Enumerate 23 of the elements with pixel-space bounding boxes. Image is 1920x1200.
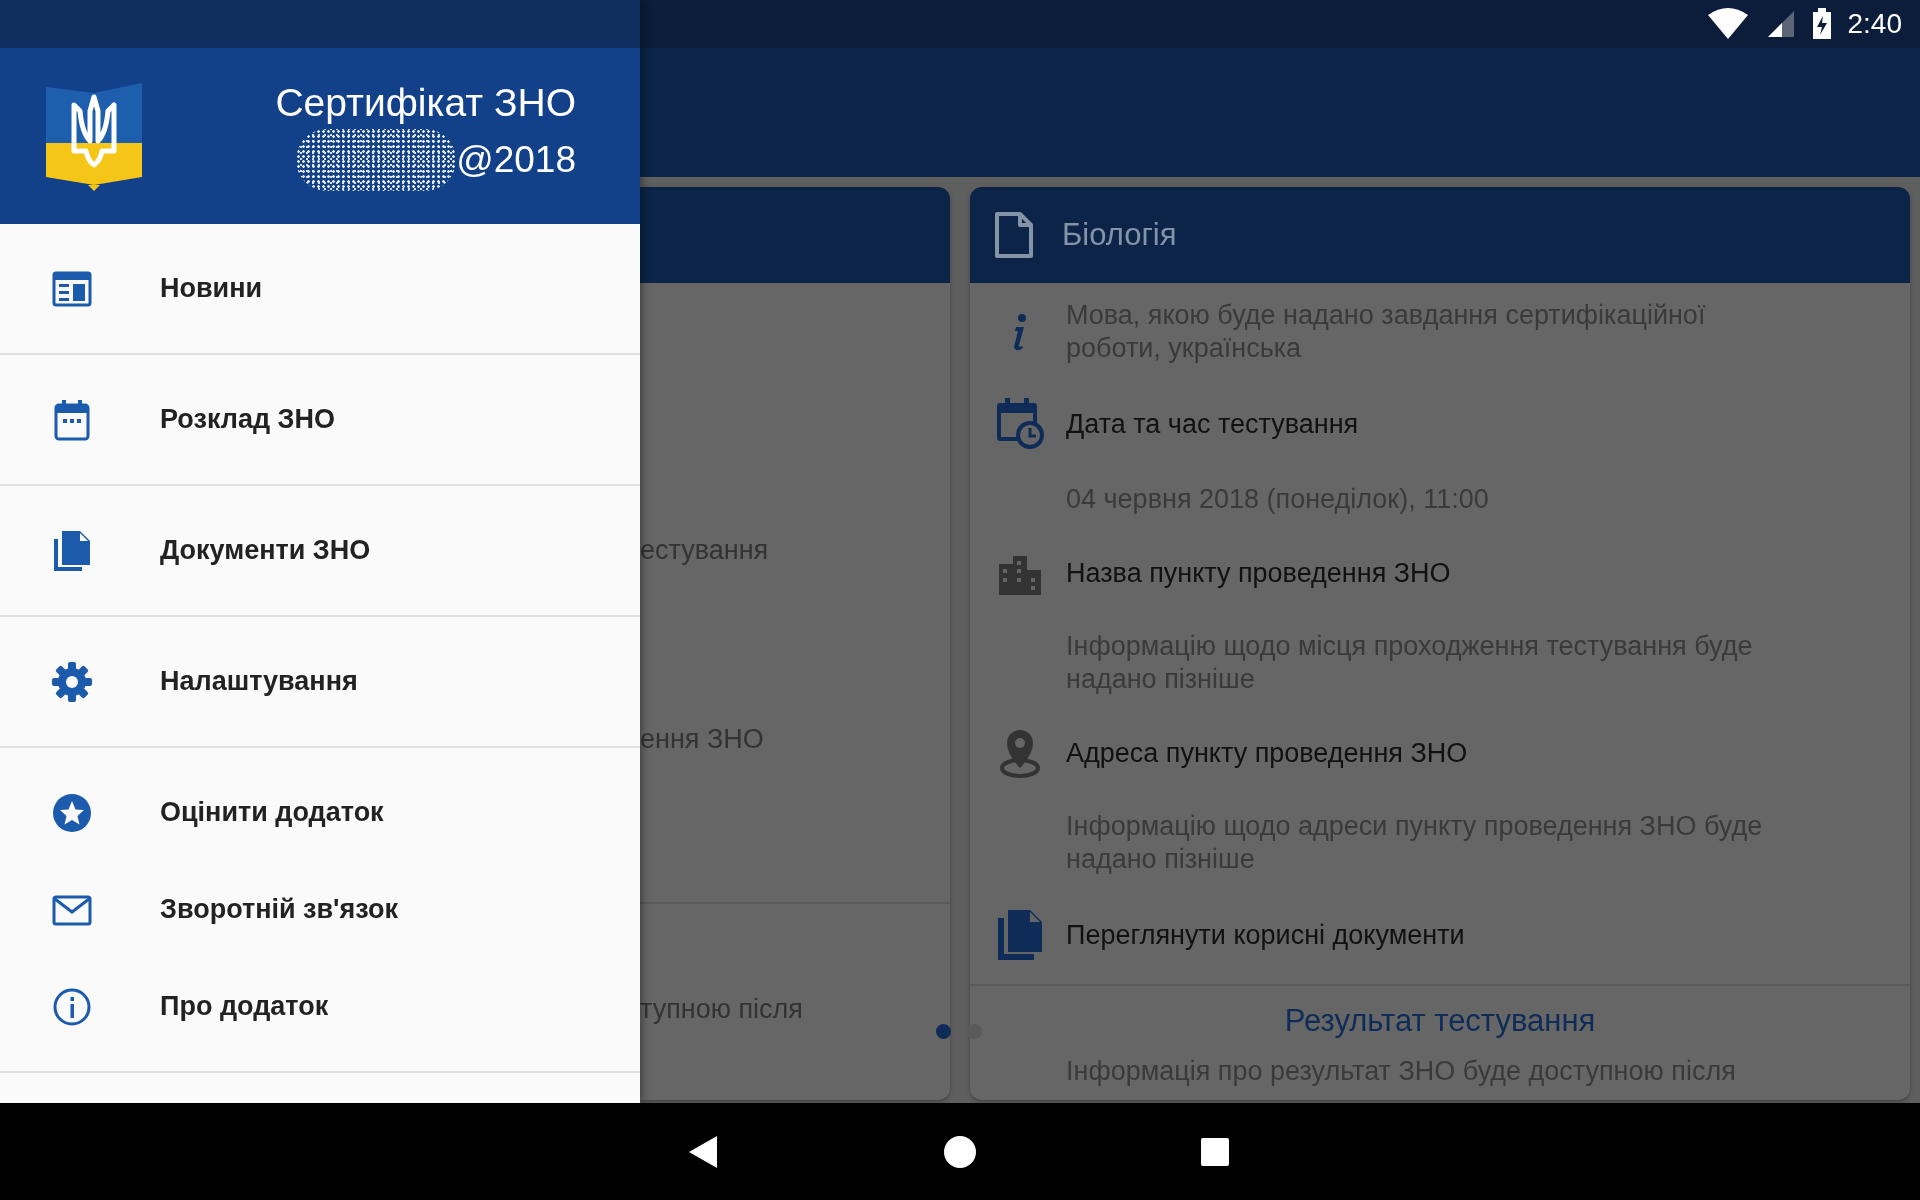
battery-icon (1811, 8, 1832, 40)
menu-item[interactable]: Зворотній зв'язок (0, 861, 640, 958)
menu-item[interactable]: Розклад ЗНО (0, 371, 640, 468)
item-heading: Дата та час тестування (1066, 407, 1359, 441)
menu-item[interactable]: Оцінити додаток (0, 764, 640, 861)
item-heading: Переглянути корисні документи (1066, 918, 1465, 952)
documents-icon (996, 908, 1044, 962)
status-time: 2:40 (1847, 7, 1902, 41)
section-title: Результат тестування (970, 984, 1910, 1055)
calendar-clock-icon (995, 397, 1045, 451)
menu-item[interactable]: Документи ЗНО (0, 502, 640, 599)
menu-item[interactable]: Про додаток (0, 958, 640, 1055)
menu-item[interactable]: Налаштування (0, 633, 640, 730)
document-icon (994, 211, 1034, 259)
app-title: Сертифікат ЗНО (275, 81, 576, 125)
item-heading: Адреса пункту проведення ЗНО (1066, 736, 1468, 770)
wifi-icon (1705, 7, 1750, 41)
menu-item[interactable]: Новини (0, 240, 640, 337)
settings-icon (50, 659, 94, 704)
card-title: Біологія (1062, 215, 1177, 254)
item-heading: Назва пункту проведення ЗНО (1066, 556, 1451, 590)
location-pin-icon (999, 728, 1041, 778)
account-text: @2018 (456, 138, 576, 183)
